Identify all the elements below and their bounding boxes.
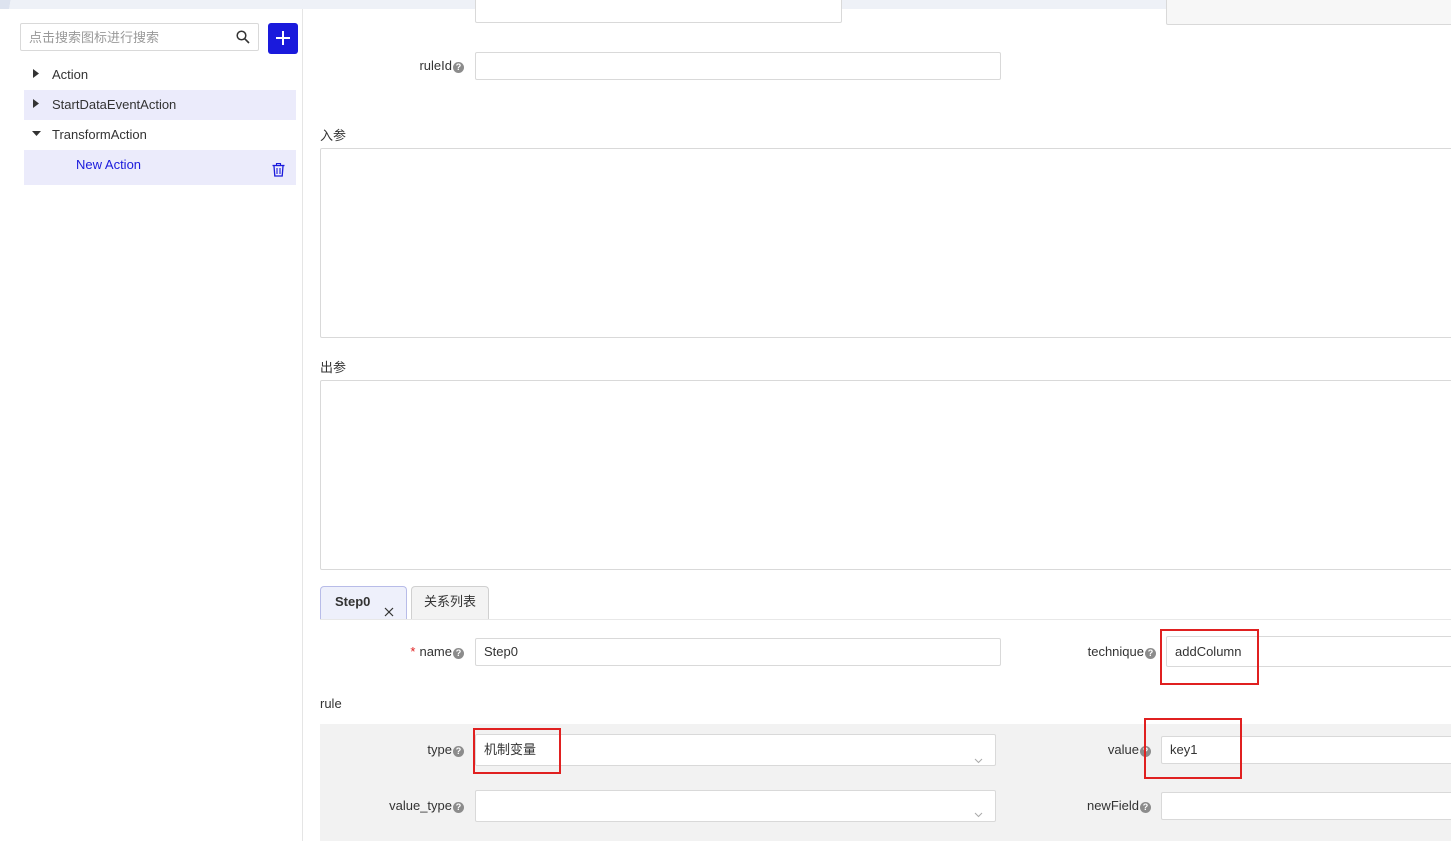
help-icon[interactable]: ? <box>453 62 464 73</box>
search-input[interactable] <box>21 24 221 50</box>
ruleid-label: ruleId? <box>364 52 464 80</box>
value-type-select[interactable] <box>475 790 996 822</box>
add-button[interactable] <box>268 23 298 54</box>
name-label: * name? <box>364 638 464 666</box>
help-icon[interactable]: ? <box>453 648 464 659</box>
input-params-textarea[interactable] <box>320 148 1451 338</box>
caret-right-icon[interactable] <box>32 90 42 120</box>
chevron-down-icon <box>974 746 983 764</box>
rule-label: rule <box>320 696 342 711</box>
output-params-label: 出参 <box>320 360 347 375</box>
value-label: value? <box>1049 736 1151 764</box>
chevron-down-icon <box>974 802 983 818</box>
tab-step0[interactable]: Step0 <box>320 586 407 619</box>
main-panel: ruleId? 入参 出参 Step0 关系列表 * name? Step0 te… <box>304 0 1451 841</box>
caret-down-icon[interactable] <box>32 120 42 150</box>
input-params-label: 入参 <box>320 128 347 143</box>
newfield-input[interactable] <box>1161 792 1451 820</box>
help-icon[interactable]: ? <box>1140 802 1151 813</box>
annotation-box <box>473 728 561 774</box>
annotation-box <box>1144 718 1242 779</box>
tree-item-label: New Action <box>76 157 142 172</box>
close-icon[interactable] <box>384 598 394 617</box>
caret-right-icon[interactable] <box>32 60 42 90</box>
tree-item-label: TransformAction <box>52 127 147 142</box>
action-tree: Action StartDataEventAction TransformAct… <box>24 60 296 185</box>
tab-relations[interactable]: 关系列表 <box>411 586 489 619</box>
tab-label: Step0 <box>335 594 371 609</box>
plus-icon <box>276 31 290 45</box>
top-field-right-input[interactable] <box>1166 0 1451 25</box>
required-marker: * <box>410 644 416 659</box>
ruleid-input[interactable] <box>475 52 1001 80</box>
search-box <box>20 23 259 51</box>
help-icon[interactable]: ? <box>1145 648 1156 659</box>
technique-label: technique? <box>1054 638 1156 666</box>
top-field-input[interactable] <box>475 0 842 23</box>
name-input[interactable]: Step0 <box>475 638 1001 666</box>
value-type-label: value_type? <box>364 792 464 820</box>
trash-icon[interactable] <box>272 158 285 177</box>
tree-item-label: Action <box>52 67 89 82</box>
help-icon[interactable]: ? <box>453 802 464 813</box>
search-icon[interactable] <box>236 30 250 44</box>
output-params-textarea[interactable] <box>320 380 1451 570</box>
tree-item-new-action[interactable]: New Action <box>24 150 296 185</box>
type-label: type? <box>364 736 464 764</box>
newfield-label: newField? <box>1049 792 1151 820</box>
help-icon[interactable]: ? <box>453 746 464 757</box>
annotation-box <box>1160 629 1259 685</box>
sidebar: Action StartDataEventAction TransformAct… <box>0 9 303 841</box>
tree-item-transformaction[interactable]: TransformAction <box>24 120 296 150</box>
tree-item-startdataeventaction[interactable]: StartDataEventAction <box>24 90 296 120</box>
tab-divider <box>320 619 1451 620</box>
tab-label: 关系列表 <box>424 594 477 609</box>
tree-item-action[interactable]: Action <box>24 60 296 90</box>
tree-item-label: StartDataEventAction <box>52 97 177 112</box>
